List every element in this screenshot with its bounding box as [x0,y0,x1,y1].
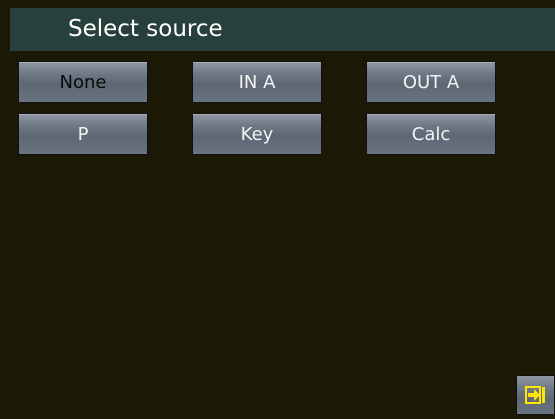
title-bar: Select source [10,8,555,51]
source-button-calc[interactable]: Calc [366,113,496,155]
source-button-label: P [77,123,89,145]
source-button-label: Key [240,123,274,145]
source-button-label: IN A [238,71,276,93]
exit-arrow-icon [524,386,545,404]
exit-button[interactable] [516,375,555,415]
select-source-screen: Select source None IN A OUT A P Key Calc [0,0,555,419]
source-button-label: None [59,71,107,93]
source-button-p[interactable]: P [18,113,148,155]
page-title: Select source [68,16,223,42]
source-button-key[interactable]: Key [192,113,322,155]
source-button-in-a[interactable]: IN A [192,61,322,103]
source-button-none[interactable]: None [18,61,148,103]
source-button-out-a[interactable]: OUT A [366,61,496,103]
source-button-label: OUT A [402,71,460,93]
source-button-label: Calc [411,123,451,145]
